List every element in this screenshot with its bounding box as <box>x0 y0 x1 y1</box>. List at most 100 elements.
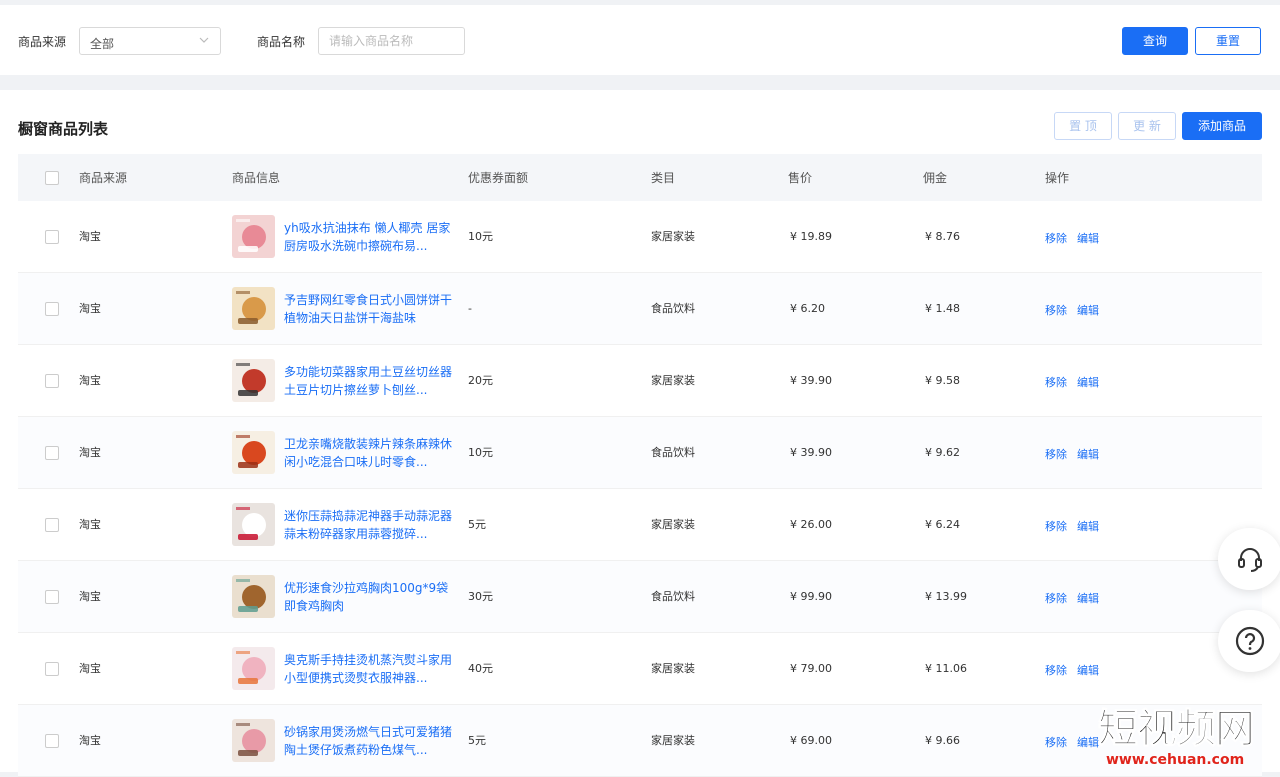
row-source: 淘宝 <box>79 446 101 459</box>
product-thumbnail <box>232 647 275 690</box>
product-name-link[interactable]: 奥克斯手持挂烫机蒸汽熨斗家用小型便携式烫熨衣服神器... <box>284 651 452 687</box>
product-thumbnail <box>232 719 275 762</box>
reset-button[interactable]: 重置 <box>1195 27 1261 55</box>
product-name-link[interactable]: 卫龙亲嘴烧散装辣片辣条麻辣休闲小吃混合口味儿时零食... <box>284 435 452 471</box>
help-button[interactable] <box>1218 610 1280 672</box>
product-thumbnail <box>232 359 275 402</box>
row-coupon: 10元 <box>468 446 493 459</box>
row-category: 家居家装 <box>651 374 695 387</box>
product-thumbnail <box>232 503 275 546</box>
product-name-link[interactable]: 优形速食沙拉鸡胸肉100g*9袋即食鸡胸肉 <box>284 579 452 615</box>
edit-link[interactable]: 编辑 <box>1077 302 1099 318</box>
name-filter-label: 商品名称 <box>257 35 306 49</box>
row-source: 淘宝 <box>79 662 101 675</box>
header-price: 售价 <box>788 171 813 185</box>
row-source: 淘宝 <box>79 302 101 315</box>
row-commission: ¥ 1.48 <box>925 302 960 315</box>
header-source: 商品来源 <box>79 171 128 185</box>
edit-link[interactable]: 编辑 <box>1077 662 1099 678</box>
customer-service-button[interactable] <box>1218 528 1280 590</box>
select-all-checkbox[interactable] <box>45 171 59 185</box>
product-name-link[interactable]: 多功能切菜器家用土豆丝切丝器土豆片切片擦丝萝卜刨丝... <box>284 363 452 399</box>
header-commission: 佣金 <box>923 171 948 185</box>
row-coupon: 40元 <box>468 662 493 675</box>
row-checkbox[interactable] <box>45 302 59 316</box>
row-category: 家居家装 <box>651 662 695 675</box>
table-row: 淘宝 优形速食沙拉鸡胸肉100g*9袋即食鸡胸肉 30元 食品饮料 ¥ 99.90 ¥ 1… <box>18 561 1262 633</box>
row-commission: ¥ 6.24 <box>925 518 960 531</box>
row-category: 食品饮料 <box>651 446 695 459</box>
table-row: 淘宝 砂锅家用煲汤燃气日式可爱猪猪陶土煲仔饭煮药粉色煤气... 5元 家居家装 ¥ 69… <box>18 705 1262 777</box>
row-source: 淘宝 <box>79 518 101 531</box>
edit-link[interactable]: 编辑 <box>1077 734 1099 750</box>
edit-link[interactable]: 编辑 <box>1077 374 1099 390</box>
row-checkbox[interactable] <box>45 662 59 676</box>
product-name-link[interactable]: yh吸水抗油抹布 懒人椰壳 居家厨房吸水洗碗巾擦碗布易... <box>284 219 452 255</box>
add-product-button[interactable]: 添加商品 <box>1182 112 1262 140</box>
remove-link[interactable]: 移除 <box>1045 446 1067 462</box>
row-source: 淘宝 <box>79 230 101 243</box>
row-price: ¥ 39.90 <box>790 446 832 459</box>
remove-link[interactable]: 移除 <box>1045 302 1067 318</box>
table-row: 淘宝 奥克斯手持挂烫机蒸汽熨斗家用小型便携式烫熨衣服神器... 40元 家居家装 ¥ 7… <box>18 633 1262 705</box>
row-checkbox[interactable] <box>45 518 59 532</box>
row-commission: ¥ 8.76 <box>925 230 960 243</box>
row-coupon: 5元 <box>468 734 486 747</box>
row-coupon: 10元 <box>468 230 493 243</box>
row-category: 食品饮料 <box>651 590 695 603</box>
product-name-input[interactable] <box>318 27 465 55</box>
list-title: 橱窗商品列表 <box>18 120 109 138</box>
remove-link[interactable]: 移除 <box>1045 590 1067 606</box>
row-category: 家居家装 <box>651 518 695 531</box>
product-thumbnail <box>232 287 275 330</box>
remove-link[interactable]: 移除 <box>1045 518 1067 534</box>
table-row: 淘宝 多功能切菜器家用土豆丝切丝器土豆片切片擦丝萝卜刨丝... 20元 家居家装 ¥ 3… <box>18 345 1262 417</box>
table-header: 商品来源 商品信息 优惠券面额 类目 售价 佣金 操作 <box>18 154 1262 201</box>
row-checkbox[interactable] <box>45 734 59 748</box>
row-price: ¥ 79.00 <box>790 662 832 675</box>
row-source: 淘宝 <box>79 374 101 387</box>
row-commission: ¥ 9.62 <box>925 446 960 459</box>
product-name-link[interactable]: 迷你压蒜捣蒜泥神器手动蒜泥器蒜末粉碎器家用蒜蓉搅碎... <box>284 507 452 543</box>
source-select[interactable]: 全部 <box>79 27 221 55</box>
row-checkbox[interactable] <box>45 374 59 388</box>
watermark-url: www.cehuan.com <box>1106 752 1245 768</box>
edit-link[interactable]: 编辑 <box>1077 230 1099 246</box>
query-button[interactable]: 查询 <box>1122 27 1188 55</box>
row-checkbox[interactable] <box>45 590 59 604</box>
row-category: 家居家装 <box>651 230 695 243</box>
watermark: 短视频网 www.cehuan.com <box>1098 705 1280 772</box>
product-thumbnail <box>232 431 275 474</box>
header-category: 类目 <box>651 171 676 185</box>
row-checkbox[interactable] <box>45 230 59 244</box>
remove-link[interactable]: 移除 <box>1045 230 1067 246</box>
watermark-title: 短视频网 <box>1098 705 1256 752</box>
table-row: 淘宝 迷你压蒜捣蒜泥神器手动蒜泥器蒜末粉碎器家用蒜蓉搅碎... 5元 家居家装 ¥ 26… <box>18 489 1262 561</box>
headset-icon <box>1238 548 1262 572</box>
product-list-panel: 橱窗商品列表 置 顶 更 新 添加商品 商品来源 商品信息 优惠券面额 类目 售… <box>0 90 1280 777</box>
row-price: ¥ 99.90 <box>790 590 832 603</box>
help-icon <box>1235 626 1265 656</box>
remove-link[interactable]: 移除 <box>1045 374 1067 390</box>
edit-link[interactable]: 编辑 <box>1077 518 1099 534</box>
pin-top-button[interactable]: 置 顶 <box>1054 112 1112 140</box>
edit-link[interactable]: 编辑 <box>1077 446 1099 462</box>
remove-link[interactable]: 移除 <box>1045 734 1067 750</box>
row-category: 食品饮料 <box>651 302 695 315</box>
row-coupon: - <box>468 302 472 315</box>
row-price: ¥ 69.00 <box>790 734 832 747</box>
source-select-value: 全部 <box>90 37 115 51</box>
row-coupon: 5元 <box>468 518 486 531</box>
product-name-link[interactable]: 予吉野网红零食日式小圆饼饼干植物油天日盐饼干海盐味 <box>284 291 452 327</box>
update-button[interactable]: 更 新 <box>1118 112 1176 140</box>
remove-link[interactable]: 移除 <box>1045 662 1067 678</box>
row-price: ¥ 39.90 <box>790 374 832 387</box>
edit-link[interactable]: 编辑 <box>1077 590 1099 606</box>
table-row: 淘宝 卫龙亲嘴烧散装辣片辣条麻辣休闲小吃混合口味儿时零食... 10元 食品饮料 ¥ 3… <box>18 417 1262 489</box>
product-name-link[interactable]: 砂锅家用煲汤燃气日式可爱猪猪陶土煲仔饭煮药粉色煤气... <box>284 723 452 759</box>
row-checkbox[interactable] <box>45 446 59 460</box>
row-commission: ¥ 13.99 <box>925 590 967 603</box>
product-thumbnail <box>232 575 275 618</box>
row-price: ¥ 6.20 <box>790 302 825 315</box>
row-commission: ¥ 9.66 <box>925 734 960 747</box>
